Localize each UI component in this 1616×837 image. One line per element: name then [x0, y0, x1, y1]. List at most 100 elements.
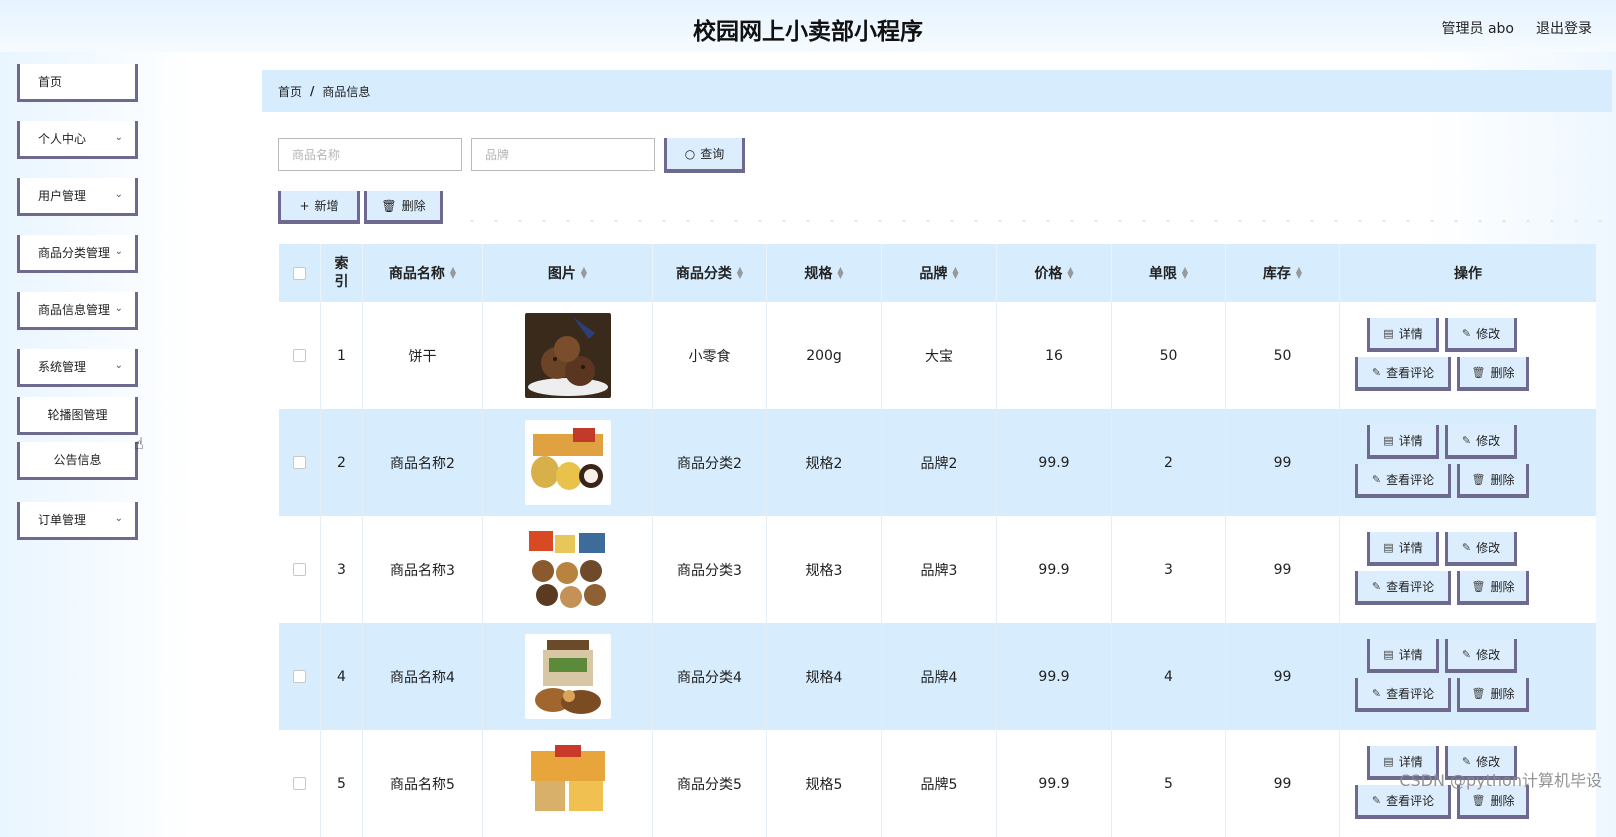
sidebar-subitem-notice[interactable]: 公告信息	[17, 442, 138, 480]
edit-button[interactable]: ✎ 修改	[1445, 425, 1517, 459]
edit-button[interactable]: ✎ 修改	[1445, 318, 1517, 352]
header-limit-label: 单限	[1148, 266, 1177, 282]
sidebar-item-label: 个人中心	[38, 132, 87, 146]
cell-limit-text: 5	[1164, 775, 1173, 792]
user-area: 管理员 abo 退出登录	[1442, 18, 1592, 38]
sidebar-item-user-management[interactable]: 用户管理 ⌄	[17, 178, 138, 216]
cell-brand: 品牌5	[882, 730, 997, 837]
cell-name: 商品名称3	[363, 516, 483, 623]
cell-limit-text: 2	[1164, 454, 1173, 471]
cell-price: 99.9	[997, 409, 1112, 516]
sidebar-item-category-management[interactable]: 商品分类管理 ⌄	[17, 235, 138, 273]
breadcrumb-home[interactable]: 首页	[278, 83, 302, 100]
edit-button-label: 修改	[1476, 540, 1501, 555]
pencil-icon: ✎	[1371, 686, 1382, 700]
view-reviews-button[interactable]: ✎ 查看评论	[1355, 678, 1451, 712]
sort-icon: ▲ ▼	[837, 265, 844, 280]
header-price[interactable]: 价格 ▲ ▼	[997, 244, 1112, 302]
product-image	[524, 420, 611, 505]
cell-limit: 50	[1112, 302, 1226, 409]
header-image-label: 图片	[547, 266, 576, 282]
cell-price: 99.9	[997, 730, 1112, 837]
header-limit[interactable]: 单限 ▲ ▼	[1112, 244, 1226, 302]
row-select-cell	[279, 730, 321, 837]
header-spec-label: 规格	[804, 266, 833, 282]
edit-button[interactable]: ✎ 修改	[1445, 532, 1517, 566]
cell-name: 商品名称5	[363, 730, 483, 837]
product-name-search-input[interactable]	[278, 138, 462, 171]
cell-brand-text: 品牌5	[920, 776, 958, 793]
cell-category-text: 商品分类5	[677, 776, 742, 793]
row-checkbox[interactable]	[293, 670, 306, 683]
cell-price-text: 99.9	[1038, 775, 1070, 792]
view-reviews-button[interactable]: ✎ 查看评论	[1355, 357, 1451, 391]
admin-user-label: 管理员 abo	[1441, 21, 1514, 37]
cell-limit: 3	[1112, 516, 1226, 623]
view-reviews-button-label: 查看评论	[1386, 793, 1435, 808]
edit-button-label: 修改	[1476, 326, 1501, 341]
logout-link[interactable]: 退出登录	[1536, 18, 1592, 38]
sort-icon: ▲ ▼	[736, 265, 744, 280]
header-name[interactable]: 商品名称 ▲ ▼	[363, 244, 483, 302]
select-all-checkbox[interactable]	[293, 266, 306, 280]
add-button-label: 新增	[314, 199, 339, 213]
delete-button-label: 删除	[1490, 579, 1515, 594]
sort-icon: ▲ ▼	[580, 265, 588, 280]
header-image[interactable]: 图片 ▲ ▼	[483, 244, 653, 302]
chevron-down-icon: ⌄	[114, 132, 123, 143]
sidebar-item-order-management[interactable]: 订单管理 ⌄	[17, 502, 138, 540]
query-button[interactable]: ○ 查询	[664, 138, 745, 173]
delete-button[interactable]: 🗑 删除	[1457, 357, 1529, 391]
row-actions: ▤ 详情 ✎ 修改 ✎ 查看评论 🗑 删除	[1355, 516, 1596, 623]
delete-button[interactable]: 🗑 删除	[1457, 571, 1529, 605]
trash-icon: 🗑	[1471, 365, 1486, 379]
sort-icon: ▲ ▼	[1295, 265, 1303, 280]
delete-button[interactable]: 🗑 删除	[1457, 464, 1529, 498]
cell-spec: 规格2	[767, 409, 882, 516]
delete-button[interactable]: 🗑 删除	[1457, 678, 1529, 712]
edit-button[interactable]: ✎ 修改	[1445, 639, 1517, 673]
detail-button[interactable]: ▤ 详情	[1367, 318, 1439, 352]
sidebar-subitem-carousel[interactable]: 轮播图管理	[17, 397, 138, 435]
sidebar-item-label: 系统管理	[38, 360, 87, 374]
brand-search-input[interactable]	[471, 138, 655, 171]
row-checkbox[interactable]	[293, 349, 306, 362]
sidebar-item-home[interactable]: 首页	[17, 64, 138, 102]
table-row: 4 商品名称4 商品分类4 规格4 品牌4 99.9 4 99 ▤ 详情 ✎ 修改 ✎ 查看评论 🗑 删除	[279, 623, 1596, 730]
view-reviews-button[interactable]: ✎ 查看评论	[1355, 571, 1451, 605]
cell-index-text: 4	[337, 668, 346, 685]
sidebar-item-product-management[interactable]: 商品信息管理 ⌄	[17, 292, 138, 330]
header-category[interactable]: 商品分类 ▲ ▼	[653, 244, 767, 302]
row-checkbox[interactable]	[293, 777, 306, 790]
cell-index: 2	[321, 409, 363, 516]
sort-icon: ▲ ▼	[1067, 265, 1074, 280]
pencil-icon: ✎	[1371, 793, 1382, 807]
cell-index: 3	[321, 516, 363, 623]
detail-button[interactable]: ▤ 详情	[1367, 425, 1439, 459]
detail-button[interactable]: ▤ 详情	[1367, 639, 1439, 673]
cell-name-text: 饼干	[408, 348, 437, 365]
header-brand[interactable]: 品牌 ▲ ▼	[882, 244, 997, 302]
cell-limit-text: 4	[1164, 668, 1173, 685]
detail-button-label: 详情	[1398, 433, 1423, 448]
cell-index-text: 2	[337, 454, 346, 471]
cell-spec-text: 规格2	[805, 455, 843, 472]
document-icon: ▤	[1383, 433, 1394, 447]
header-price-label: 价格	[1034, 266, 1063, 282]
cell-name-text: 商品名称5	[390, 776, 455, 793]
header-spec[interactable]: 规格 ▲ ▼	[767, 244, 882, 302]
add-button[interactable]: + 新增	[278, 191, 360, 224]
row-select-cell	[279, 623, 321, 730]
batch-delete-button[interactable]: 🗑 删除	[364, 191, 443, 224]
cell-name-text: 商品名称3	[390, 562, 455, 579]
view-reviews-button[interactable]: ✎ 查看评论	[1355, 464, 1451, 498]
row-checkbox[interactable]	[293, 563, 306, 576]
header-stock[interactable]: 库存 ▲ ▼	[1226, 244, 1340, 302]
detail-button[interactable]: ▤ 详情	[1367, 532, 1439, 566]
sidebar-item-personal-center[interactable]: 个人中心 ⌄	[17, 121, 138, 159]
cell-index-text: 3	[337, 561, 346, 578]
cell-name: 商品名称4	[363, 623, 483, 730]
cell-brand: 品牌3	[882, 516, 997, 623]
row-checkbox[interactable]	[293, 456, 306, 469]
sidebar-item-system-management[interactable]: 系统管理 ⌄	[17, 349, 138, 387]
